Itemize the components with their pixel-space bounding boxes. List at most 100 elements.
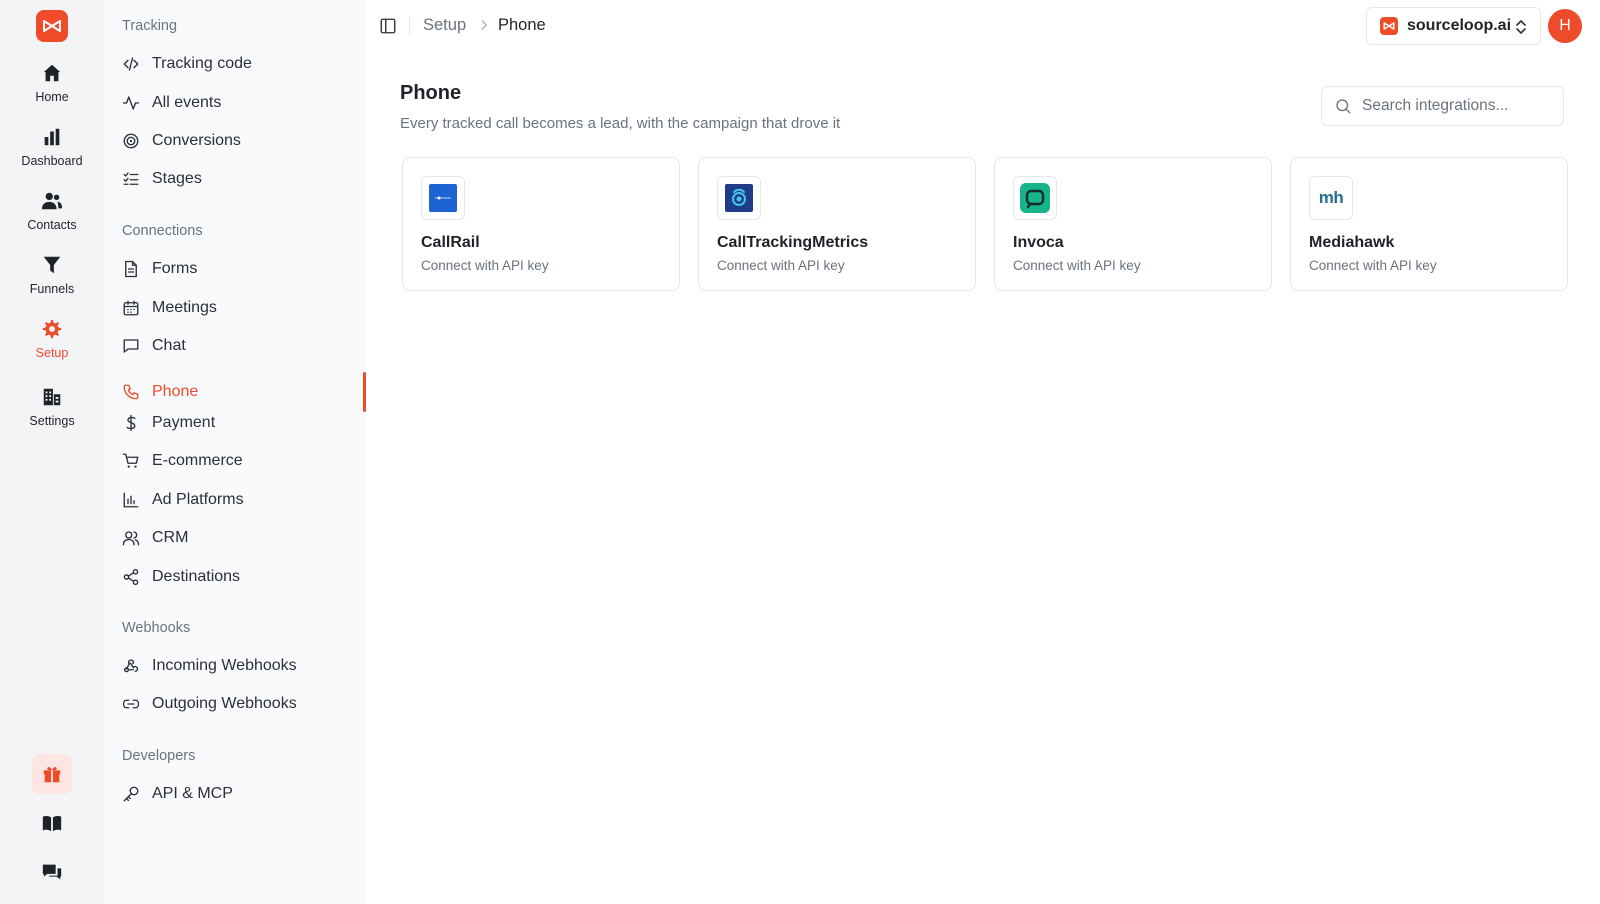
search-icon: [1336, 99, 1351, 114]
integration-card-invoca[interactable]: Invoca Connect with API key: [994, 157, 1272, 291]
integration-card-calltrackingmetrics[interactable]: CallTrackingMetrics Connect with API key: [698, 157, 976, 291]
subnav-item-label: Incoming Webhooks: [152, 657, 297, 674]
support-chat-button[interactable]: [32, 852, 72, 892]
integration-desc: Connect with API key: [1013, 258, 1141, 273]
rail-item-home[interactable]: Home: [0, 62, 104, 114]
subnav-item-chat[interactable]: Chat: [122, 329, 362, 363]
subnav-item-label: CRM: [152, 529, 189, 546]
activity-icon: [122, 96, 140, 110]
subnav-item-forms[interactable]: Forms: [122, 252, 362, 286]
calltrackingmetrics-logo-icon: [717, 176, 761, 220]
setup-subnav: Tracking Tracking code All events Conver…: [104, 0, 366, 904]
breadcrumb-setup[interactable]: Setup: [423, 16, 466, 35]
list-checks-icon: [123, 172, 139, 185]
sidebar-toggle-button[interactable]: [377, 15, 399, 37]
webhook-icon: [123, 659, 139, 673]
search-input[interactable]: [1362, 97, 1552, 115]
subnav-item-label: E-commerce: [152, 452, 243, 469]
workspace-logo-icon: [1380, 17, 1398, 35]
integration-card-mediahawk[interactable]: mh Mediahawk Connect with API key: [1290, 157, 1568, 291]
subnav-item-crm[interactable]: CRM: [122, 521, 362, 555]
subnav-item-label: Tracking code: [152, 55, 252, 72]
subnav-item-label: Chat: [152, 337, 186, 354]
gear-icon: [42, 319, 62, 339]
subnav-item-ad-platforms[interactable]: Ad Platforms: [122, 483, 362, 517]
integration-desc: Connect with API key: [421, 258, 549, 273]
rail-item-settings[interactable]: Settings: [0, 386, 104, 438]
rail-item-label: Home: [35, 90, 69, 104]
active-indicator: [363, 372, 366, 412]
callrail-logo-icon: [421, 176, 465, 220]
primary-rail: Home Dashboard Contacts Funnels Setup Se…: [0, 0, 104, 904]
workspace-switcher[interactable]: sourceloop.ai: [1366, 7, 1541, 45]
target-icon: [123, 133, 139, 149]
subnav-item-label: Meetings: [152, 299, 217, 316]
code-icon: [123, 57, 139, 71]
rail-item-contacts[interactable]: Contacts: [0, 190, 104, 242]
rail-item-funnels[interactable]: Funnels: [0, 254, 104, 306]
subnav-item-label: Conversions: [152, 132, 241, 149]
integration-name: Mediahawk: [1309, 234, 1395, 251]
subnav-item-ecommerce[interactable]: E-commerce: [122, 444, 362, 478]
share-icon: [123, 568, 139, 586]
chevron-right-icon: [481, 20, 487, 30]
rail-item-label: Dashboard: [21, 154, 83, 168]
subnav-item-payment[interactable]: Payment: [122, 406, 362, 440]
book-icon: [42, 815, 62, 832]
chat-bubbles-icon: [42, 864, 62, 880]
section-title-webhooks: Webhooks: [122, 620, 191, 636]
subnav-item-api-mcp[interactable]: API & MCP: [122, 777, 362, 811]
breadcrumb-current: Phone: [498, 16, 546, 34]
mediahawk-logo-text: mh: [1318, 188, 1344, 207]
subnav-item-incoming-webhooks[interactable]: Incoming Webhooks: [122, 649, 362, 683]
integration-name: CallRail: [421, 234, 480, 251]
integration-name: CallTrackingMetrics: [717, 234, 869, 251]
bar-chart-icon: [44, 128, 60, 146]
section-title-tracking: Tracking: [122, 18, 178, 34]
subnav-item-meetings[interactable]: Meetings: [122, 291, 362, 325]
subnav-item-label: Phone: [152, 383, 199, 400]
mediahawk-logo-icon: mh: [1309, 176, 1353, 220]
app-logo[interactable]: [36, 10, 68, 42]
subnav-item-label: Stages: [152, 170, 202, 187]
calendar-icon: [123, 300, 139, 316]
integration-card-callrail[interactable]: CallRail Connect with API key: [402, 157, 680, 291]
subnav-item-label: API & MCP: [152, 785, 233, 802]
logo-icon: [43, 20, 61, 32]
rail-item-dashboard[interactable]: Dashboard: [0, 126, 104, 178]
subnav-item-stages[interactable]: Stages: [122, 162, 362, 196]
integration-name: Invoca: [1013, 234, 1064, 251]
subnav-item-tracking-code[interactable]: Tracking code: [122, 47, 362, 81]
home-icon: [43, 64, 61, 82]
gift-button[interactable]: [32, 754, 72, 794]
integration-desc: Connect with API key: [717, 258, 845, 273]
dollar-icon: [126, 414, 136, 432]
subnav-item-destinations[interactable]: Destinations: [122, 560, 362, 594]
subnav-item-label: Outgoing Webhooks: [152, 695, 297, 712]
rail-item-setup[interactable]: Setup: [0, 318, 104, 370]
subnav-item-label: Payment: [152, 414, 216, 431]
search-box: [1321, 86, 1564, 126]
gift-icon: [43, 767, 61, 783]
subnav-item-all-events[interactable]: All events: [122, 86, 362, 120]
funnel-icon: [43, 256, 61, 274]
subnav-item-label: All events: [152, 94, 222, 111]
docs-button[interactable]: [32, 803, 72, 843]
message-square-icon: [123, 339, 139, 353]
file-text-icon: [125, 260, 137, 278]
page-subtitle: Every tracked call becomes a lead, with …: [400, 115, 841, 132]
phone-icon: [123, 384, 139, 400]
chart-icon: [123, 492, 139, 508]
chevrons-up-down-icon: [1516, 20, 1526, 34]
section-title-connections: Connections: [122, 223, 203, 239]
shopping-cart-icon: [122, 453, 139, 468]
subnav-item-label: Forms: [152, 260, 198, 277]
rail-item-label: Funnels: [29, 282, 75, 296]
workspace-name: sourceloop.ai: [1407, 17, 1512, 34]
user-avatar[interactable]: H: [1548, 9, 1582, 43]
subnav-item-outgoing-webhooks[interactable]: Outgoing Webhooks: [122, 687, 362, 721]
subnav-item-conversions[interactable]: Conversions: [122, 124, 362, 158]
page-title: Phone: [400, 82, 462, 104]
toolbar-divider: [409, 17, 410, 35]
subnav-item-phone[interactable]: Phone: [122, 375, 362, 409]
